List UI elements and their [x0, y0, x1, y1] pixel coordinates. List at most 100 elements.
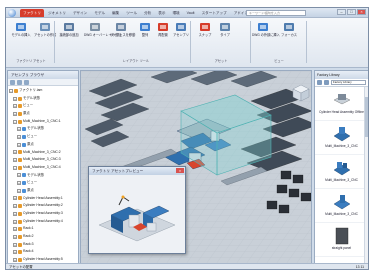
tree-item[interactable]: + ビュー — [9, 179, 77, 187]
ribbon-group-label: レイアウト ツール — [122, 59, 150, 63]
library-item[interactable]: Multi_Machine_3_CNC — [315, 121, 368, 155]
preview-title-bar[interactable]: ファクトリ アセットプレビュー × — [89, 167, 185, 175]
assembly-browser-panel: アセンブリ ブラウザ − ファクトリ.iam + モデル状態 + ビュー + 原点 − Multi… — [7, 70, 79, 269]
close-button[interactable]: × — [357, 9, 366, 15]
tree-item[interactable]: − ファクトリ.iam — [9, 87, 77, 95]
tree-item[interactable]: + モデル状態 — [9, 125, 77, 133]
tree-item-label: 原点 — [27, 187, 34, 192]
tab-4[interactable]: 編集 — [109, 9, 122, 17]
tab-1[interactable]: ジオメトリ — [45, 9, 69, 17]
tree-item-label: 原点 — [27, 141, 34, 146]
asset-preview-window[interactable]: ファクトリ アセットプレビュー × — [88, 166, 186, 254]
expand-toggle-icon[interactable]: − — [13, 119, 17, 124]
search-input[interactable]: キーワード/語句を入力 — [246, 10, 306, 16]
tree-item[interactable]: + Rack:2 — [9, 233, 77, 241]
minimize-button[interactable]: – — [337, 9, 346, 15]
expand-toggle-icon[interactable]: + — [13, 250, 17, 255]
library-item[interactable]: straight panel — [315, 223, 368, 257]
tree-item[interactable]: + 原点 — [9, 141, 77, 149]
ribbon-button-2[interactable]: 接続部の追加 — [58, 21, 80, 51]
ribbon-button-9[interactable]: タイプ — [214, 21, 236, 51]
tab-3[interactable]: モデル — [91, 9, 108, 17]
tree-item[interactable]: + ビュー — [9, 133, 77, 141]
library-scrollbar[interactable] — [364, 87, 368, 265]
library-item[interactable]: Multi_Machine_3_CNC — [315, 189, 368, 223]
ribbon-button-label: スナップ — [198, 33, 212, 37]
tab-6[interactable]: 分析 — [141, 9, 154, 17]
ribbon-button-7[interactable]: アセンブリ — [170, 21, 192, 51]
tab-5[interactable]: ツール — [123, 9, 140, 17]
tab-0[interactable]: ファクトリ — [20, 9, 44, 17]
expand-toggle-icon[interactable]: + — [13, 196, 17, 201]
panel-thumbnail — [332, 226, 352, 246]
expand-toggle-icon[interactable]: + — [13, 104, 17, 109]
expand-toggle-icon[interactable]: + — [13, 242, 17, 247]
filter-icon[interactable] — [10, 80, 15, 85]
tree-item[interactable]: + 原点 — [9, 110, 77, 118]
expand-toggle-icon[interactable]: + — [17, 188, 21, 193]
expand-toggle-icon[interactable]: + — [13, 227, 17, 232]
expand-toggle-icon[interactable]: + — [13, 211, 17, 216]
expand-toggle-icon[interactable]: + — [17, 142, 21, 147]
expand-toggle-icon[interactable]: + — [13, 234, 17, 239]
ribbon-button-8[interactable]: スナップ — [194, 21, 216, 51]
expand-toggle-icon[interactable]: + — [13, 158, 17, 163]
home-icon[interactable] — [317, 80, 322, 85]
tree-item[interactable]: + Rack:1 — [9, 225, 77, 233]
tree-item[interactable]: − Multi_Machine_3_CNC:4 — [9, 164, 77, 172]
tree-item-label: Rack:1 — [23, 226, 34, 231]
expand-toggle-icon[interactable]: + — [13, 219, 17, 224]
ribbon-button-1[interactable]: アセットの作成 — [34, 21, 56, 51]
tree-item[interactable]: + ビュー — [9, 102, 77, 110]
expand-toggle-icon[interactable]: + — [13, 96, 17, 101]
tab-7[interactable]: 表示 — [155, 9, 168, 17]
tree-item[interactable]: + 原点 — [9, 187, 77, 195]
tree-item[interactable]: + Cylinder Head Assembly:1 — [9, 195, 77, 203]
tree-item[interactable]: + Multi_Machine_3_CNC:2 — [9, 149, 77, 157]
tree-item-label: Rack:4 — [23, 249, 34, 254]
expand-toggle-icon[interactable]: + — [13, 204, 17, 209]
expand-toggle-icon[interactable]: + — [13, 111, 17, 116]
tab-8[interactable]: 環境 — [169, 9, 182, 17]
ribbon-button-icon — [175, 21, 187, 33]
ribbon-button-0[interactable]: モデルの挿入 — [10, 21, 32, 51]
preview-close-button[interactable]: × — [176, 168, 184, 173]
tab-10[interactable]: スタートアップ — [199, 9, 230, 17]
expand-toggle-icon[interactable]: + — [13, 150, 17, 155]
ribbon-button-label: アセンブリ — [173, 33, 189, 37]
ribbon-button-3[interactable]: DWG オーバーレイの追加 — [84, 21, 121, 51]
tree-item[interactable]: + Cylinder Head Assembly:3 — [9, 210, 77, 218]
ribbon-button-11[interactable]: フォーカス — [278, 21, 300, 51]
expand-toggle-icon[interactable]: + — [17, 181, 21, 186]
tree-item[interactable]: + Multi_Machine_3_CNC:3 — [9, 156, 77, 164]
window-controls: – □ × — [337, 9, 366, 15]
library-select[interactable]: Factory Library — [331, 80, 366, 85]
expand-toggle-icon[interactable]: − — [13, 165, 17, 170]
tab-9[interactable]: Vault — [184, 9, 198, 17]
tree-item[interactable]: + Rack:4 — [9, 248, 77, 256]
folder-icon — [22, 127, 26, 132]
ribbon-button-4[interactable]: サーフェスを移動 — [110, 21, 135, 51]
tree-item[interactable]: + Rack:3 — [9, 241, 77, 249]
expand-toggle-icon[interactable]: − — [9, 88, 13, 93]
expand-toggle-icon[interactable]: + — [13, 257, 17, 262]
menu-icon[interactable] — [24, 80, 29, 85]
tree-item[interactable]: + Cylinder Head Assembly:4 — [9, 218, 77, 226]
expand-toggle-icon[interactable]: + — [17, 173, 21, 178]
scrollbar-thumb[interactable] — [365, 97, 368, 137]
ribbon-button-10[interactable]: DWG の外部に挿入 — [252, 21, 280, 51]
search-icon[interactable] — [17, 80, 22, 85]
library-item[interactable]: Multi_Machine_3_CNC — [315, 155, 368, 189]
refresh-icon[interactable] — [324, 80, 329, 85]
tree-item[interactable]: + モデル状態 — [9, 95, 77, 103]
ribbon-button-icon — [89, 21, 101, 33]
expand-toggle-icon[interactable]: + — [17, 127, 21, 132]
tree-item[interactable]: + Cylinder Head Assembly:2 — [9, 202, 77, 210]
expand-toggle-icon[interactable]: + — [17, 134, 21, 139]
maximize-button[interactable]: □ — [347, 9, 356, 15]
tree-item[interactable]: + モデル状態 — [9, 172, 77, 180]
library-item[interactable]: Cylinder Head Assembly Offline — [315, 87, 368, 121]
tree-item[interactable]: − Multi_Machine_3_CNC:1 — [9, 118, 77, 126]
application-menu-button[interactable] — [8, 9, 16, 17]
tab-2[interactable]: デザイン — [70, 9, 90, 17]
